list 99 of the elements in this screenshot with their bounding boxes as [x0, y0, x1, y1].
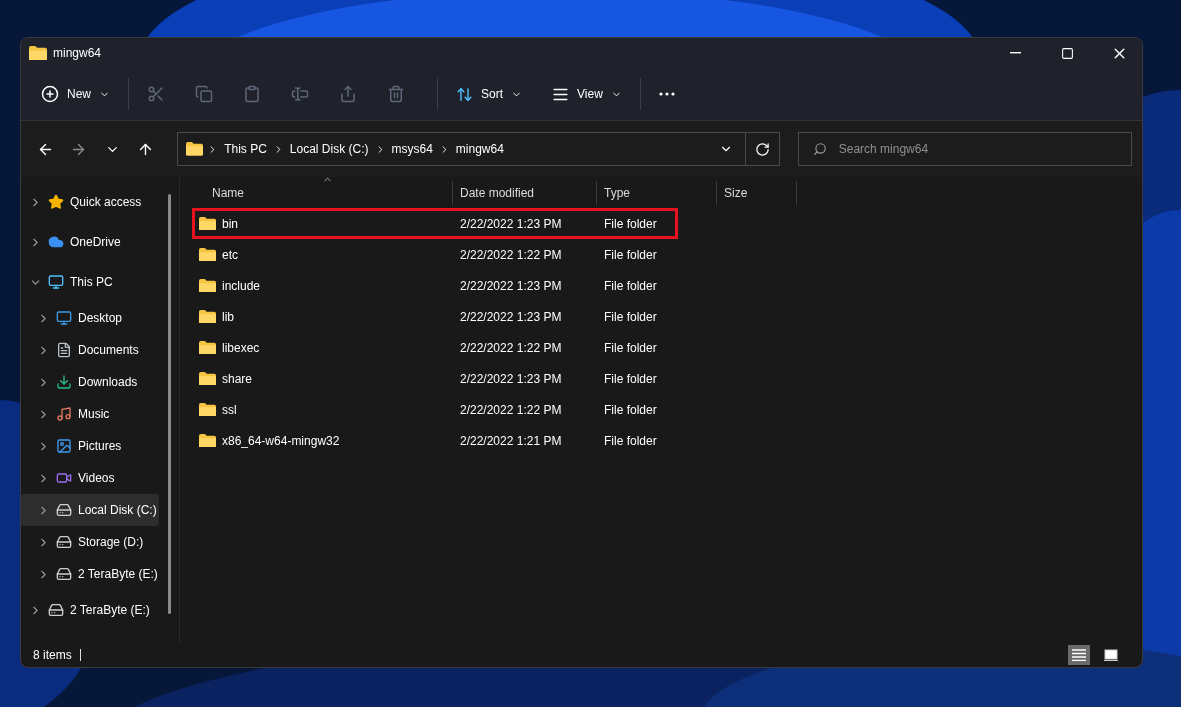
- column-header[interactable]: Date modified: [453, 180, 597, 205]
- table-cell-text: File folder: [603, 340, 658, 355]
- file-row[interactable]: bin 2/22/2022 1:23 PM File folder: [192, 208, 678, 239]
- table-cell-text: 2/22/2022 1:23 PM: [459, 278, 563, 293]
- nav-item[interactable]: OneDrive: [21, 222, 159, 262]
- view-button[interactable]: View: [544, 76, 630, 112]
- file-row[interactable]: lib 2/22/2022 1:23 PM File folder: [192, 301, 678, 332]
- file-row[interactable]: include 2/22/2022 1:23 PM File folder: [192, 270, 678, 301]
- table-cell-text: 2/22/2022 1:23 PM: [459, 371, 563, 386]
- search-icon: [812, 142, 827, 156]
- maximize-icon: [1060, 46, 1074, 60]
- sort-icon: [456, 85, 473, 103]
- file-row[interactable]: etc 2/22/2022 1:22 PM File folder: [192, 239, 678, 270]
- folder-icon: [199, 309, 216, 324]
- table-cell: etc: [195, 247, 453, 262]
- column-header[interactable]: Type: [597, 180, 717, 205]
- breadcrumb-item[interactable]: mingw64: [453, 142, 506, 156]
- details-view-button[interactable]: [1068, 645, 1090, 665]
- music-icon: [56, 406, 72, 422]
- drive-icon: [56, 534, 72, 550]
- table-cell-text: 2/22/2022 1:23 PM: [459, 216, 563, 231]
- table-cell-text: File folder: [603, 371, 658, 386]
- table-cell: libexec: [195, 340, 453, 355]
- drive-icon: [48, 602, 64, 618]
- new-button[interactable]: New: [33, 76, 118, 112]
- sort-button[interactable]: Sort: [448, 76, 531, 112]
- scrollbar[interactable]: [168, 194, 171, 614]
- table-cell: lib: [195, 309, 453, 324]
- copy-icon: [195, 85, 213, 103]
- file-row[interactable]: x86_64-w64-mingw32 2/22/2022 1:21 PM File folder: [192, 425, 678, 456]
- nav-item[interactable]: Downloads: [21, 366, 159, 398]
- table-cell-text: 2/22/2022 1:21 PM: [459, 433, 563, 448]
- nav-item[interactable]: Documents: [21, 334, 159, 366]
- table-cell-text: 2/22/2022 1:23 PM: [459, 309, 563, 324]
- table-cell: x86_64-w64-mingw32: [195, 433, 453, 448]
- table-cell: include: [195, 278, 453, 293]
- nav-item[interactable]: 2 TeraByte (E:): [21, 558, 159, 590]
- plus-icon: [41, 85, 59, 103]
- folder-icon: [199, 216, 216, 231]
- scissors-icon: [147, 85, 165, 103]
- table-cell-text: File folder: [603, 278, 658, 293]
- minimize-icon: [1009, 52, 1021, 54]
- breadcrumb-item[interactable]: msys64: [389, 142, 435, 156]
- document-icon: [56, 342, 72, 358]
- breadcrumb-item[interactable]: Local Disk (C:): [287, 142, 371, 156]
- clipboard-icon: [243, 85, 261, 103]
- item-count: 8 items: [33, 648, 72, 662]
- file-row[interactable]: libexec 2/22/2022 1:22 PM File folder: [192, 332, 678, 363]
- address-bar[interactable]: This PC Local Disk (C:) msys64 mingw64: [177, 132, 780, 166]
- nav-item[interactable]: This PC: [21, 262, 159, 302]
- nav-item[interactable]: 2 TeraByte (E:): [21, 590, 159, 630]
- table-cell-text: File folder: [603, 247, 658, 262]
- nav-item[interactable]: Pictures: [21, 430, 159, 462]
- table-cell-text: File folder: [603, 309, 658, 324]
- table-cell-text: File folder: [603, 216, 658, 231]
- table-cell: share: [195, 371, 453, 386]
- window-title: mingw64: [53, 46, 103, 60]
- table-cell-text: File folder: [603, 402, 658, 417]
- desktop-icon: [56, 310, 72, 326]
- table-cell: bin: [195, 216, 453, 231]
- folder-icon: [29, 45, 47, 61]
- column-header[interactable]: Size: [717, 180, 797, 205]
- table-cell-text: 2/22/2022 1:22 PM: [459, 402, 563, 417]
- folder-icon: [199, 371, 216, 386]
- table-cell-text: File folder: [603, 433, 658, 448]
- search-input[interactable]: Search mingw64: [836, 141, 1121, 157]
- nav-item[interactable]: Music: [21, 398, 159, 430]
- nav-item[interactable]: Storage (D:): [21, 526, 159, 558]
- folder-icon: [199, 278, 216, 293]
- folder-icon: [186, 142, 204, 156]
- table-cell: ssl: [195, 402, 453, 417]
- table-cell-text: 2/22/2022 1:22 PM: [459, 247, 563, 262]
- video-icon: [56, 470, 72, 486]
- table-cell-text: 2/22/2022 1:22 PM: [459, 340, 563, 355]
- search-field[interactable]: Search mingw64: [797, 132, 1132, 166]
- nav-item[interactable]: Quick access: [21, 182, 159, 222]
- star-icon: [48, 194, 64, 210]
- image-icon: [56, 438, 72, 454]
- share-icon: [339, 85, 357, 103]
- file-row[interactable]: ssl 2/22/2022 1:22 PM File folder: [192, 394, 678, 425]
- nav-item[interactable]: Desktop: [21, 302, 159, 334]
- folder-icon: [199, 247, 216, 262]
- file-row[interactable]: share 2/22/2022 1:23 PM File folder: [192, 363, 678, 394]
- breadcrumb-item[interactable]: This PC: [222, 142, 269, 156]
- nav-item[interactable]: Videos: [21, 462, 159, 494]
- folder-icon: [199, 402, 216, 417]
- more-icon: [658, 92, 675, 96]
- monitor-icon: [48, 274, 64, 290]
- column-header[interactable]: Name: [192, 180, 453, 205]
- folder-icon: [199, 433, 216, 448]
- trash-icon: [387, 85, 405, 103]
- nav-item[interactable]: Local Disk (C:): [21, 494, 159, 526]
- download-icon: [56, 374, 72, 390]
- drive-icon: [56, 502, 72, 518]
- folder-icon: [199, 340, 216, 355]
- refresh-icon[interactable]: [754, 141, 770, 157]
- rename-icon: [291, 85, 309, 103]
- drive-icon: [56, 566, 72, 582]
- cloud-icon: [48, 234, 64, 250]
